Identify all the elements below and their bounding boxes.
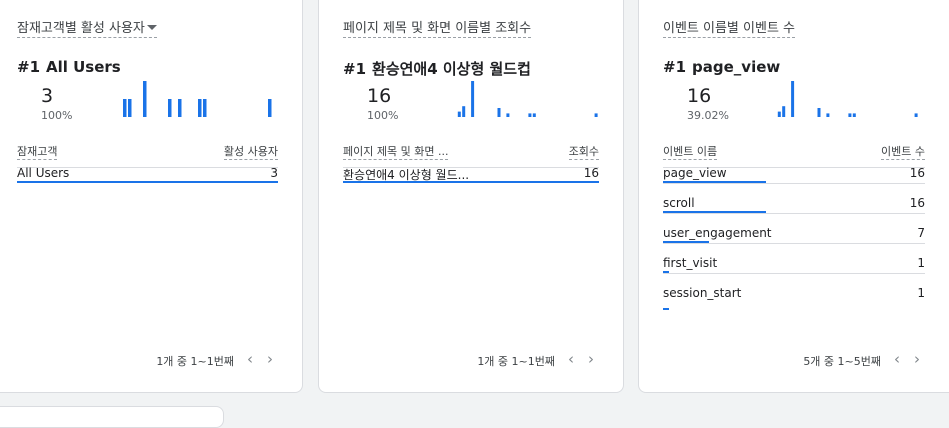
pagination-text: 1개 중 1~1번째 bbox=[477, 355, 555, 368]
chevron-left-icon[interactable]: ‹ bbox=[889, 351, 905, 367]
row-name: page_view bbox=[663, 166, 727, 180]
row-value: 3 bbox=[270, 166, 278, 180]
next-card-edge bbox=[0, 406, 224, 428]
top-item-value: 16 bbox=[367, 85, 392, 107]
row-value: 7 bbox=[917, 226, 925, 240]
sparkline-bar bbox=[462, 106, 466, 117]
column-header-metric[interactable]: 이벤트 수 bbox=[881, 143, 925, 160]
column-header-metric[interactable]: 활성 사용자 bbox=[223, 143, 278, 160]
table-header: 페이지 제목 및 화면 ... 조회수 bbox=[343, 143, 599, 160]
row-value: 16 bbox=[909, 196, 925, 210]
sparkline-bar bbox=[178, 99, 182, 117]
card-title[interactable]: 잠재고객별 활성 사용자 bbox=[17, 17, 157, 38]
table-row[interactable]: All Users 3 bbox=[17, 166, 278, 196]
top-item-value: 3 bbox=[41, 85, 54, 107]
sparkline-bar bbox=[914, 113, 918, 117]
pagination-text: 1개 중 1~1번째 bbox=[156, 355, 234, 368]
row-divider bbox=[663, 213, 925, 214]
chevron-left-icon[interactable]: ‹ bbox=[242, 351, 258, 367]
sparkline-chart bbox=[457, 81, 598, 117]
top-item-name: 환승연애4 이상형 월드컵 bbox=[372, 60, 531, 78]
column-header-dimension[interactable]: 이벤트 이름 bbox=[663, 143, 718, 160]
top-item-value: 16 bbox=[687, 85, 712, 107]
chevron-right-icon[interactable]: › bbox=[909, 351, 925, 367]
row-divider bbox=[663, 183, 925, 184]
dropdown-caret-icon[interactable] bbox=[146, 25, 157, 30]
card-title-text: 잠재고객별 활성 사용자 bbox=[17, 21, 145, 36]
sparkline-bar bbox=[826, 113, 830, 117]
rank-label: #1 bbox=[663, 58, 687, 76]
row-divider bbox=[663, 273, 925, 274]
row-divider bbox=[663, 243, 925, 244]
rank-label: #1 bbox=[343, 60, 367, 78]
table-row[interactable]: user_engagement 7 bbox=[663, 226, 925, 256]
sparkline-bar bbox=[528, 113, 532, 117]
sparkline-bar bbox=[457, 111, 461, 117]
table-row[interactable]: session_start 1 bbox=[663, 286, 925, 316]
sparkline-bar bbox=[848, 113, 852, 117]
sparkline-chart bbox=[123, 81, 272, 117]
pagination-text: 5개 중 1~5번째 bbox=[803, 355, 881, 368]
event-count-card: 이벤트 이름별 이벤트 수 #1 page_view 16 39.02% 이벤트 … bbox=[638, 0, 949, 393]
row-value: 1 bbox=[917, 256, 925, 270]
row-share-bar bbox=[343, 181, 599, 183]
table-header: 이벤트 이름 이벤트 수 bbox=[663, 143, 925, 160]
page-title-views-card: 페이지 제목 및 화면 이름별 조회수 #1 환승연애4 이상형 월드컵 16 1… bbox=[318, 0, 624, 393]
table-header: 잠재고객 활성 사용자 bbox=[17, 143, 278, 160]
card-title-text: 이벤트 이름별 이벤트 수 bbox=[663, 21, 795, 36]
chevron-left-icon[interactable]: ‹ bbox=[563, 351, 579, 367]
column-header-dimension[interactable]: 잠재고객 bbox=[17, 143, 58, 160]
card-title[interactable]: 페이지 제목 및 화면 이름별 조회수 bbox=[343, 17, 532, 38]
row-value: 16 bbox=[583, 166, 599, 180]
table-row[interactable]: page_view 16 bbox=[663, 166, 925, 196]
row-name: scroll bbox=[663, 196, 695, 210]
rank-label: #1 bbox=[17, 58, 41, 76]
sparkline-bar bbox=[777, 111, 781, 117]
sparkline-bar bbox=[268, 99, 272, 117]
sparkline-bar bbox=[506, 113, 510, 117]
sparkline-bar bbox=[128, 99, 132, 117]
sparkline-bar bbox=[123, 99, 127, 117]
chevron-right-icon[interactable]: › bbox=[583, 351, 599, 367]
sparkline-bar bbox=[594, 113, 598, 117]
top-item-line: #1 All Users bbox=[17, 58, 121, 76]
sparkline-bar bbox=[143, 81, 147, 117]
top-item-line: #1 page_view bbox=[663, 58, 780, 76]
sparkline-bar bbox=[497, 108, 501, 117]
sparkline-bar bbox=[168, 99, 172, 117]
row-value: 16 bbox=[909, 166, 925, 180]
table-row[interactable]: first_visit 1 bbox=[663, 256, 925, 286]
card-title[interactable]: 이벤트 이름별 이벤트 수 bbox=[663, 17, 795, 38]
column-header-metric[interactable]: 조회수 bbox=[568, 143, 599, 160]
audience-active-users-card: 잠재고객별 활성 사용자 #1 All Users 3 100% 잠재고객 활성 … bbox=[0, 0, 303, 393]
row-name: first_visit bbox=[663, 256, 718, 270]
sparkline-bar bbox=[532, 113, 536, 117]
row-share-bar bbox=[663, 308, 669, 310]
row-name: All Users bbox=[17, 166, 70, 180]
top-item-name: All Users bbox=[46, 58, 121, 76]
top-item-percent: 100% bbox=[367, 109, 399, 122]
top-item-percent: 100% bbox=[41, 109, 73, 122]
sparkline-bar bbox=[791, 81, 795, 117]
top-item-percent: 39.02% bbox=[687, 109, 729, 122]
sparkline-bar bbox=[471, 81, 475, 117]
top-item-name: page_view bbox=[692, 58, 781, 76]
row-share-bar bbox=[17, 181, 278, 183]
sparkline-chart bbox=[777, 81, 918, 117]
top-item-line: #1 환승연애4 이상형 월드컵 bbox=[343, 58, 531, 79]
row-name: user_engagement bbox=[663, 226, 772, 240]
table-row[interactable]: 환승연애4 이상형 월드... 16 bbox=[343, 166, 599, 196]
sparkline-bar bbox=[852, 113, 856, 117]
table-row[interactable]: scroll 16 bbox=[663, 196, 925, 226]
card-title-text: 페이지 제목 및 화면 이름별 조회수 bbox=[343, 21, 532, 36]
sparkline-bar bbox=[203, 99, 207, 117]
chevron-right-icon[interactable]: › bbox=[262, 351, 278, 367]
column-header-dimension[interactable]: 페이지 제목 및 화면 ... bbox=[343, 143, 449, 160]
row-value: 1 bbox=[917, 286, 925, 300]
sparkline-bar bbox=[782, 106, 786, 117]
sparkline-bar bbox=[198, 99, 202, 117]
sparkline-bar bbox=[817, 108, 821, 117]
row-name: session_start bbox=[663, 286, 742, 300]
